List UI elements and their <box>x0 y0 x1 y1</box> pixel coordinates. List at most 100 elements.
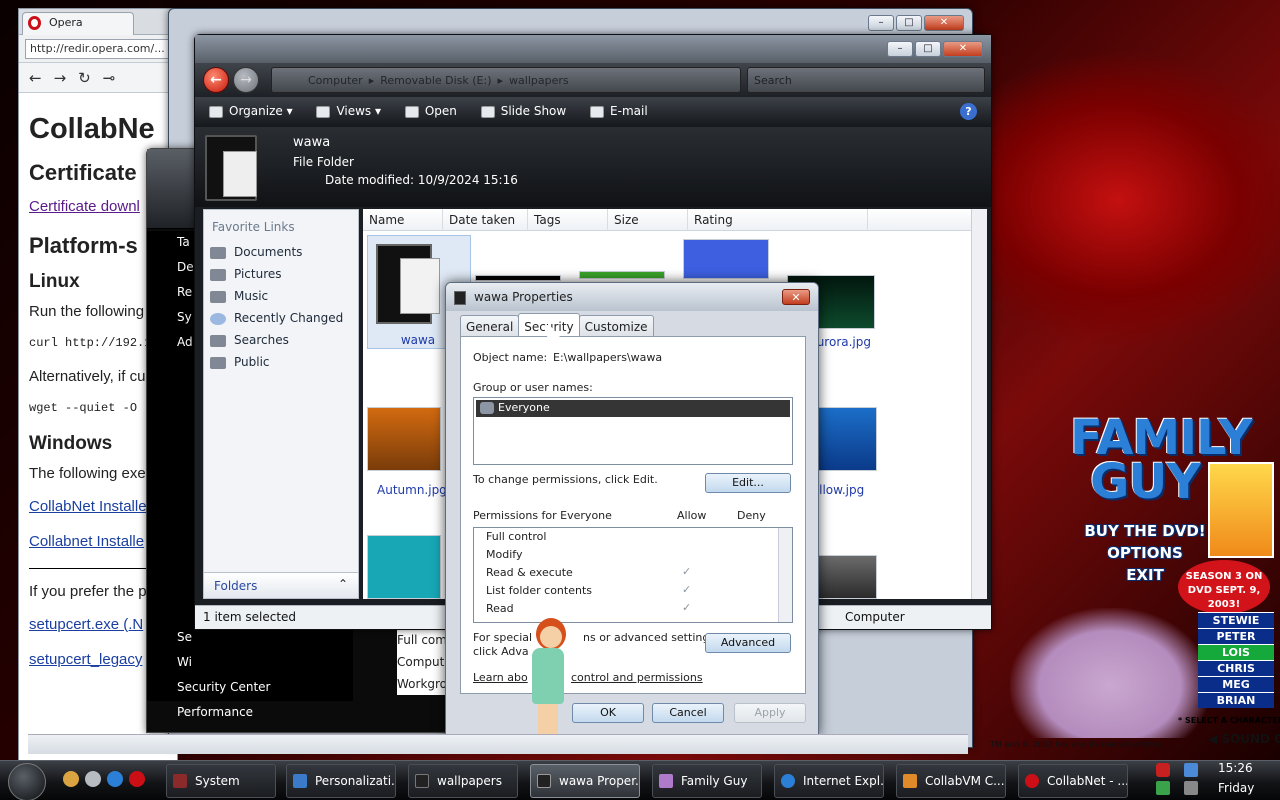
opera-icon[interactable] <box>129 771 145 787</box>
group-item-everyone[interactable]: Everyone <box>476 400 790 417</box>
opera-address-field[interactable]: http://redir.opera.com/... <box>25 39 171 59</box>
image-thumbnail-autumn[interactable] <box>367 407 441 471</box>
forward-arrow-icon[interactable]: → <box>233 67 259 93</box>
opera-tab[interactable]: Opera <box>22 12 134 35</box>
minimize-button[interactable]: – <box>887 41 913 57</box>
taskbar-item-family-guy[interactable]: Family Guy <box>652 764 762 798</box>
help-icon[interactable]: ? <box>960 103 977 120</box>
users-icon <box>480 402 494 414</box>
breadcrumb-wallpapers[interactable]: wallpapers <box>509 74 569 87</box>
column-tags[interactable]: Tags <box>528 209 608 231</box>
address-bar[interactable]: Computer ▸ Removable Disk (E:) ▸ wallpapers <box>271 67 741 93</box>
organize-button[interactable]: Organize ▾ <box>209 104 293 118</box>
apply-button[interactable]: Apply <box>734 703 806 723</box>
updates-icon[interactable] <box>1156 781 1170 795</box>
special-permissions-text-2: click Adva <box>473 645 529 658</box>
taskbar-item-wallpapers[interactable]: wallpapers <box>408 764 518 798</box>
character-meg[interactable]: MEG <box>1198 676 1274 692</box>
ie-icon[interactable] <box>107 771 123 787</box>
permissions-scrollbar[interactable] <box>778 528 792 622</box>
taskbar-item-collabvm[interactable]: CollabVM C... <box>896 764 1006 798</box>
maximize-button[interactable]: □ <box>915 41 941 57</box>
image-thumbnail[interactable] <box>683 239 769 279</box>
permission-name: Read & execute <box>486 566 573 579</box>
dialog-title: wawa Properties <box>474 290 573 304</box>
folders-toggle[interactable]: Folders ⌃ <box>204 572 358 598</box>
column-size[interactable]: Size <box>608 209 688 231</box>
minimize-button[interactable]: – <box>868 15 894 31</box>
column-rating[interactable]: Rating <box>688 209 868 231</box>
close-button[interactable]: ✕ <box>943 41 983 57</box>
volume-muted-icon[interactable] <box>1184 781 1198 795</box>
tab-general[interactable]: General <box>460 315 520 337</box>
clock-time[interactable]: 15:26 <box>1218 761 1253 775</box>
close-icon[interactable]: ✕ <box>782 289 810 305</box>
email-button[interactable]: E-mail <box>590 104 648 118</box>
security-shield-icon[interactable] <box>1156 763 1170 777</box>
email-icon <box>590 105 605 118</box>
cancel-button[interactable]: Cancel <box>652 703 724 723</box>
learn-link-a[interactable]: Learn abo <box>473 671 528 684</box>
image-thumbnail[interactable] <box>815 555 877 599</box>
back-arrow-icon[interactable]: ← <box>29 69 54 87</box>
family-guy-ad[interactable]: FAMILY GUY BUY THE DVD! OPTIONS EXIT SEA… <box>990 408 1280 760</box>
tab-customize[interactable]: Customize <box>578 315 654 337</box>
image-thumbnail[interactable] <box>367 535 441 599</box>
detail-name: wawa <box>293 135 331 150</box>
group-list[interactable]: Everyone <box>473 397 793 465</box>
sidebar-item-security-center[interactable]: Security Center <box>147 676 353 701</box>
taskbar-item-personalization[interactable]: Personalizati... <box>286 764 396 798</box>
browser-icon[interactable] <box>63 771 79 787</box>
forward-arrow-icon[interactable]: → <box>54 69 79 87</box>
taskbar-label: Personalizati... <box>315 774 396 788</box>
learn-link-b[interactable]: control and permissions <box>571 671 703 684</box>
character-chris[interactable]: CHRIS <box>1198 660 1274 676</box>
image-thumbnail[interactable] <box>579 271 665 279</box>
back-arrow-icon[interactable]: ← <box>203 67 229 93</box>
character-brian[interactable]: BRIAN <box>1198 692 1274 708</box>
column-name[interactable]: Name <box>363 209 443 231</box>
character-peter[interactable]: PETER <box>1198 628 1274 644</box>
maximize-button[interactable]: □ <box>896 15 922 31</box>
nav-item-public[interactable]: Public <box>204 352 358 374</box>
character-stewie[interactable]: STEWIE <box>1198 612 1274 628</box>
slideshow-button[interactable]: Slide Show <box>480 104 566 118</box>
image-thumbnail-fish[interactable] <box>815 407 877 471</box>
show-desktop-icon[interactable] <box>85 771 101 787</box>
advanced-button[interactable]: Advanced <box>705 633 791 653</box>
properties-dialog[interactable]: wawa Properties ✕ General Security Customi… <box>445 282 819 736</box>
column-headers: Name Date taken Tags Size Rating <box>363 209 971 231</box>
sidebar-item-performance[interactable]: Performance <box>147 701 353 726</box>
character-lois[interactable]: LOIS <box>1198 644 1274 660</box>
key-icon[interactable]: ⊸ <box>103 69 128 87</box>
sidebar-item[interactable]: Wi <box>147 651 353 676</box>
reload-icon[interactable]: ↻ <box>78 69 103 87</box>
nav-item-pictures[interactable]: Pictures <box>204 264 358 286</box>
open-button[interactable]: Open <box>404 104 457 118</box>
network-icon[interactable] <box>1184 763 1198 777</box>
nav-label: Recently Changed <box>234 311 344 325</box>
close-button[interactable]: ✕ <box>924 15 964 31</box>
nav-item-recently-changed[interactable]: Recently Changed <box>204 308 358 330</box>
taskbar-item-system[interactable]: System <box>166 764 276 798</box>
buy-dvd-link[interactable]: BUY THE DVD! <box>1080 520 1210 542</box>
nav-item-music[interactable]: Music <box>204 286 358 308</box>
file-list-scrollbar[interactable] <box>971 209 987 599</box>
column-date-taken[interactable]: Date taken <box>443 209 528 231</box>
search-input[interactable]: Search <box>747 67 985 93</box>
image-thumbnail[interactable] <box>475 275 561 281</box>
nav-item-documents[interactable]: Documents <box>204 242 358 264</box>
ok-button[interactable]: OK <box>572 703 644 723</box>
start-orb-icon[interactable] <box>8 763 46 800</box>
views-button[interactable]: Views ▾ <box>316 104 381 118</box>
clock-day[interactable]: Friday <box>1218 781 1254 795</box>
sound-toggle[interactable]: ◀ SOUND ON <box>1208 732 1280 746</box>
taskbar-item-collabnet[interactable]: CollabNet - ... <box>1018 764 1128 798</box>
taskbar-item-internet-explorer[interactable]: Internet Expl... <box>774 764 884 798</box>
edit-button[interactable]: Edit... <box>705 473 791 493</box>
taskbar-item-wawa-properties[interactable]: wawa Proper... <box>530 764 640 798</box>
nav-item-searches[interactable]: Searches <box>204 330 358 352</box>
breadcrumb-computer[interactable]: Computer <box>308 74 363 87</box>
breadcrumb-drive[interactable]: Removable Disk (E:) <box>380 74 491 87</box>
options-link[interactable]: OPTIONS <box>1080 542 1210 564</box>
